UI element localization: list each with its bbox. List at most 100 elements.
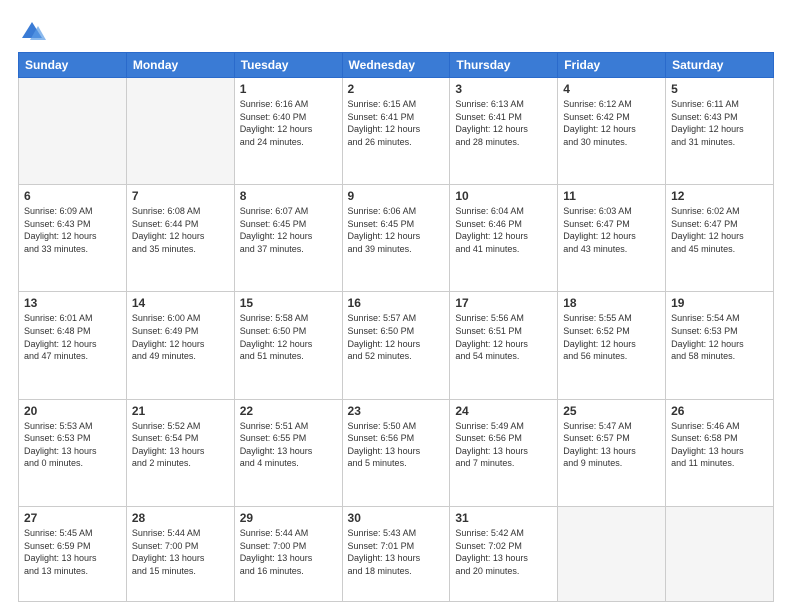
- calendar-cell: 9 Sunrise: 6:06 AM Sunset: 6:45 PM Daylig…: [342, 185, 450, 292]
- day-info: Sunrise: 5:44 AM Sunset: 7:00 PM Dayligh…: [132, 527, 229, 577]
- day-number: 27: [24, 511, 121, 525]
- calendar-cell: 17 Sunrise: 5:56 AM Sunset: 6:51 PM Dayli…: [450, 292, 558, 399]
- day-info: Sunrise: 6:03 AM Sunset: 6:47 PM Dayligh…: [563, 205, 660, 255]
- day-number: 30: [348, 511, 445, 525]
- day-info: Sunrise: 6:06 AM Sunset: 6:45 PM Dayligh…: [348, 205, 445, 255]
- day-header-saturday: Saturday: [666, 53, 774, 78]
- calendar-cell: 5 Sunrise: 6:11 AM Sunset: 6:43 PM Daylig…: [666, 78, 774, 185]
- week-row-4: 27Sunrise: 5:45 AM Sunset: 6:59 PM Dayli…: [19, 506, 774, 601]
- day-number: 8: [240, 189, 337, 203]
- logo: [18, 18, 48, 46]
- day-info: Sunrise: 5:50 AM Sunset: 6:56 PM Dayligh…: [348, 420, 445, 470]
- calendar-cell: 28 Sunrise: 5:44 AM Sunset: 7:00 PM Dayli…: [126, 506, 234, 601]
- day-header-monday: Monday: [126, 53, 234, 78]
- day-number: 3: [455, 82, 552, 96]
- day-info: Sunrise: 6:04 AM Sunset: 6:46 PM Dayligh…: [455, 205, 552, 255]
- day-number: 16: [348, 296, 445, 310]
- calendar-cell: 2 Sunrise: 6:15 AM Sunset: 6:41 PM Daylig…: [342, 78, 450, 185]
- calendar-cell: 12 Sunrise: 6:02 AM Sunset: 6:47 PM Dayli…: [666, 185, 774, 292]
- day-info: Sunrise: 5:56 AM Sunset: 6:51 PM Dayligh…: [455, 312, 552, 362]
- day-number: 14: [132, 296, 229, 310]
- week-row-3: 20 Sunrise: 5:53 AM Sunset: 6:53 PM Dayli…: [19, 399, 774, 506]
- calendar-cell: [558, 506, 666, 601]
- calendar-cell: 3 Sunrise: 6:13 AM Sunset: 6:41 PM Daylig…: [450, 78, 558, 185]
- calendar-cell: 13 Sunrise: 6:01 AM Sunset: 6:48 PM Dayli…: [19, 292, 127, 399]
- calendar-cell: [126, 78, 234, 185]
- week-row-2: 13 Sunrise: 6:01 AM Sunset: 6:48 PM Dayli…: [19, 292, 774, 399]
- day-number: 6: [24, 189, 121, 203]
- day-info: Sunrise: 6:01 AM Sunset: 6:48 PM Dayligh…: [24, 312, 121, 362]
- day-number: 17: [455, 296, 552, 310]
- day-number: 19: [671, 296, 768, 310]
- day-info: Sunrise: 6:13 AM Sunset: 6:41 PM Dayligh…: [455, 98, 552, 148]
- day-number: 15: [240, 296, 337, 310]
- day-info: Sunrise: 5:49 AM Sunset: 6:56 PM Dayligh…: [455, 420, 552, 470]
- week-row-0: 1 Sunrise: 6:16 AM Sunset: 6:40 PM Daylig…: [19, 78, 774, 185]
- calendar-cell: 4 Sunrise: 6:12 AM Sunset: 6:42 PM Daylig…: [558, 78, 666, 185]
- day-info: Sunrise: 5:51 AM Sunset: 6:55 PM Dayligh…: [240, 420, 337, 470]
- day-number: 2: [348, 82, 445, 96]
- calendar-table: SundayMondayTuesdayWednesdayThursdayFrid…: [18, 52, 774, 602]
- day-info: Sunrise: 5:47 AM Sunset: 6:57 PM Dayligh…: [563, 420, 660, 470]
- calendar-cell: 22 Sunrise: 5:51 AM Sunset: 6:55 PM Dayli…: [234, 399, 342, 506]
- calendar-cell: 19 Sunrise: 5:54 AM Sunset: 6:53 PM Dayli…: [666, 292, 774, 399]
- calendar-cell: 25Sunrise: 5:47 AM Sunset: 6:57 PM Dayli…: [558, 399, 666, 506]
- calendar-cell: 1 Sunrise: 6:16 AM Sunset: 6:40 PM Daylig…: [234, 78, 342, 185]
- day-info: Sunrise: 6:11 AM Sunset: 6:43 PM Dayligh…: [671, 98, 768, 148]
- calendar-cell: 11 Sunrise: 6:03 AM Sunset: 6:47 PM Dayli…: [558, 185, 666, 292]
- day-number: 11: [563, 189, 660, 203]
- day-number: 5: [671, 82, 768, 96]
- day-header-thursday: Thursday: [450, 53, 558, 78]
- day-info: Sunrise: 5:44 AM Sunset: 7:00 PM Dayligh…: [240, 527, 337, 577]
- day-header-sunday: Sunday: [19, 53, 127, 78]
- day-number: 22: [240, 404, 337, 418]
- day-number: 21: [132, 404, 229, 418]
- day-info: Sunrise: 5:53 AM Sunset: 6:53 PM Dayligh…: [24, 420, 121, 470]
- day-number: 4: [563, 82, 660, 96]
- calendar-cell: 29Sunrise: 5:44 AM Sunset: 7:00 PM Dayli…: [234, 506, 342, 601]
- day-number: 7: [132, 189, 229, 203]
- day-info: Sunrise: 6:16 AM Sunset: 6:40 PM Dayligh…: [240, 98, 337, 148]
- calendar-cell: 31 Sunrise: 5:42 AM Sunset: 7:02 PM Dayli…: [450, 506, 558, 601]
- day-info: Sunrise: 5:42 AM Sunset: 7:02 PM Dayligh…: [455, 527, 552, 577]
- day-info: Sunrise: 5:43 AM Sunset: 7:01 PM Dayligh…: [348, 527, 445, 577]
- page: SundayMondayTuesdayWednesdayThursdayFrid…: [0, 0, 792, 612]
- day-number: 28: [132, 511, 229, 525]
- day-number: 23: [348, 404, 445, 418]
- day-info: Sunrise: 5:54 AM Sunset: 6:53 PM Dayligh…: [671, 312, 768, 362]
- day-number: 12: [671, 189, 768, 203]
- calendar-cell: 14 Sunrise: 6:00 AM Sunset: 6:49 PM Dayli…: [126, 292, 234, 399]
- calendar-cell: 30 Sunrise: 5:43 AM Sunset: 7:01 PM Dayli…: [342, 506, 450, 601]
- day-info: Sunrise: 6:08 AM Sunset: 6:44 PM Dayligh…: [132, 205, 229, 255]
- calendar-cell: 7 Sunrise: 6:08 AM Sunset: 6:44 PM Daylig…: [126, 185, 234, 292]
- day-number: 26: [671, 404, 768, 418]
- day-info: Sunrise: 6:00 AM Sunset: 6:49 PM Dayligh…: [132, 312, 229, 362]
- calendar-cell: 16 Sunrise: 5:57 AM Sunset: 6:50 PM Dayli…: [342, 292, 450, 399]
- header: [18, 18, 774, 46]
- calendar-cell: 23 Sunrise: 5:50 AM Sunset: 6:56 PM Dayli…: [342, 399, 450, 506]
- day-number: 10: [455, 189, 552, 203]
- day-header-wednesday: Wednesday: [342, 53, 450, 78]
- day-info: Sunrise: 6:15 AM Sunset: 6:41 PM Dayligh…: [348, 98, 445, 148]
- day-info: Sunrise: 6:12 AM Sunset: 6:42 PM Dayligh…: [563, 98, 660, 148]
- calendar-cell: 27Sunrise: 5:45 AM Sunset: 6:59 PM Dayli…: [19, 506, 127, 601]
- calendar-cell: 26Sunrise: 5:46 AM Sunset: 6:58 PM Dayli…: [666, 399, 774, 506]
- calendar-cell: [666, 506, 774, 601]
- calendar-cell: 21Sunrise: 5:52 AM Sunset: 6:54 PM Dayli…: [126, 399, 234, 506]
- day-number: 31: [455, 511, 552, 525]
- day-info: Sunrise: 5:57 AM Sunset: 6:50 PM Dayligh…: [348, 312, 445, 362]
- day-info: Sunrise: 6:09 AM Sunset: 6:43 PM Dayligh…: [24, 205, 121, 255]
- day-number: 13: [24, 296, 121, 310]
- calendar-cell: 6 Sunrise: 6:09 AM Sunset: 6:43 PM Daylig…: [19, 185, 127, 292]
- day-info: Sunrise: 5:55 AM Sunset: 6:52 PM Dayligh…: [563, 312, 660, 362]
- day-info: Sunrise: 6:02 AM Sunset: 6:47 PM Dayligh…: [671, 205, 768, 255]
- day-number: 18: [563, 296, 660, 310]
- day-header-tuesday: Tuesday: [234, 53, 342, 78]
- day-number: 9: [348, 189, 445, 203]
- calendar-cell: [19, 78, 127, 185]
- day-number: 20: [24, 404, 121, 418]
- day-number: 1: [240, 82, 337, 96]
- calendar-cell: 8Sunrise: 6:07 AM Sunset: 6:45 PM Daylig…: [234, 185, 342, 292]
- calendar-cell: 10 Sunrise: 6:04 AM Sunset: 6:46 PM Dayli…: [450, 185, 558, 292]
- week-row-1: 6 Sunrise: 6:09 AM Sunset: 6:43 PM Daylig…: [19, 185, 774, 292]
